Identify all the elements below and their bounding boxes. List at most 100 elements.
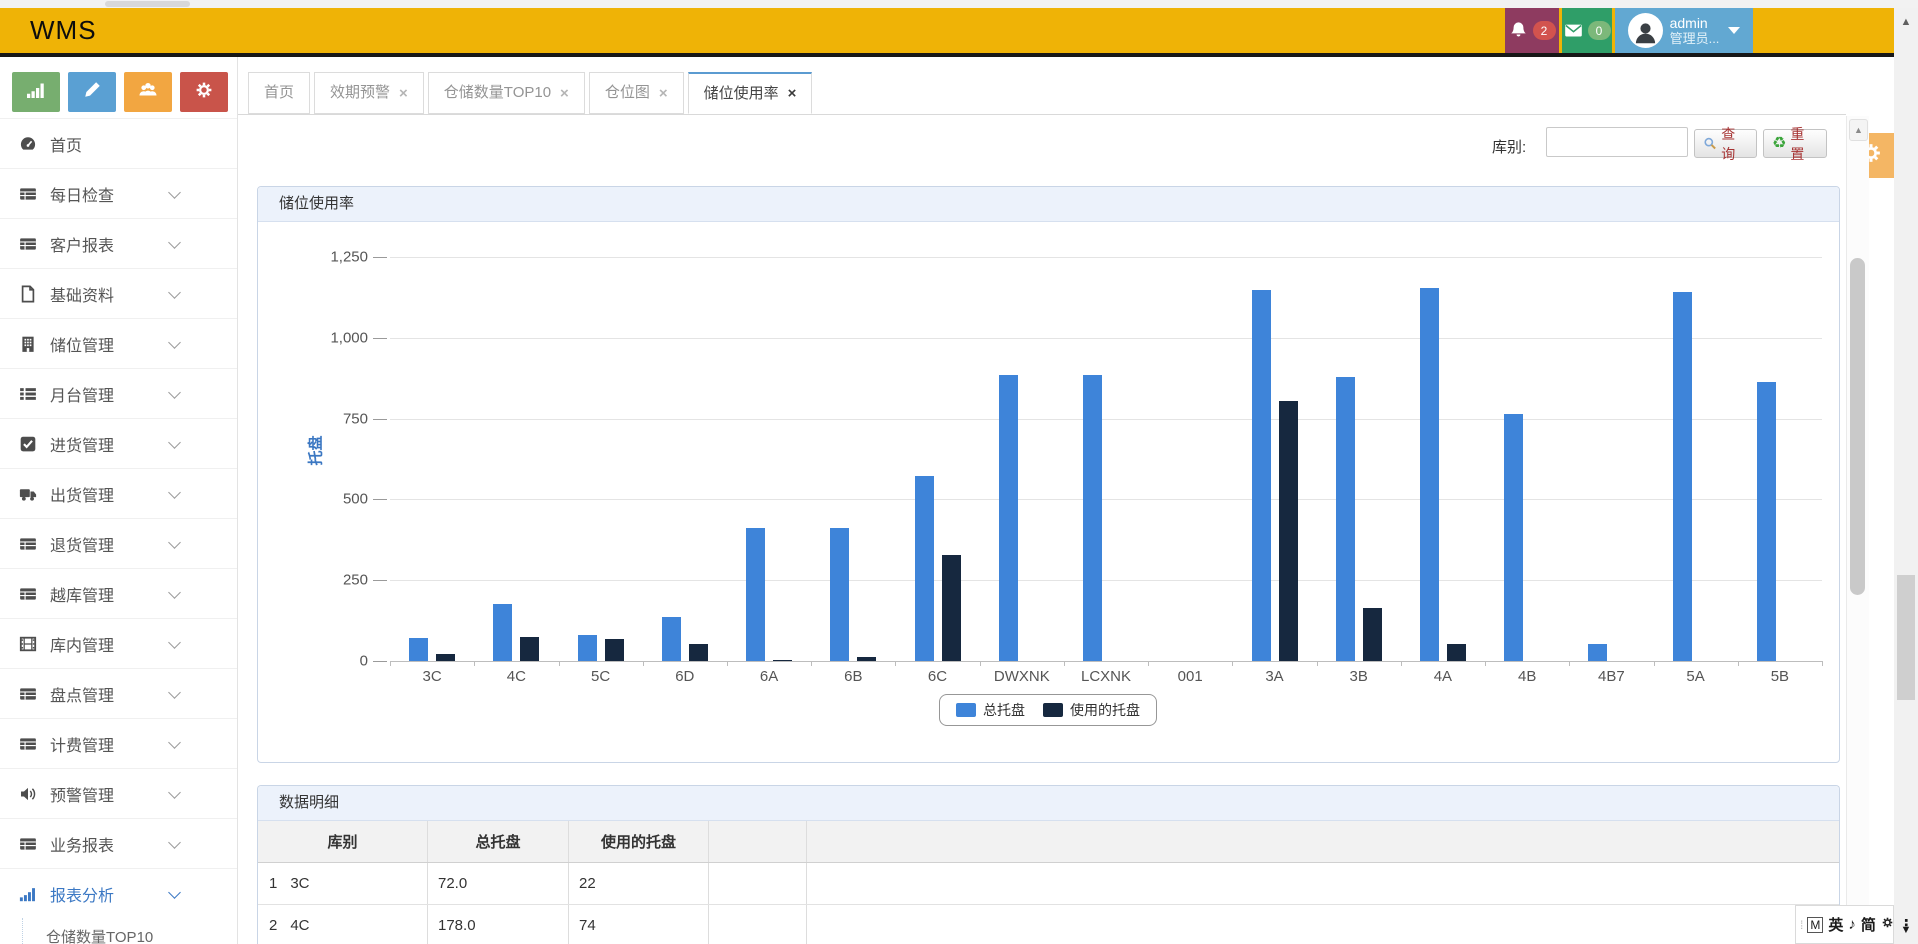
chevron-down-icon [168,486,181,499]
tab-仓位图[interactable]: 仓位图× [589,72,684,114]
x-category-label: 3B [1350,668,1368,685]
sidebar-item-出货管理[interactable]: 出货管理 [0,468,237,519]
chevron-down-icon [168,736,181,749]
data-table-panel: 数据明细 库别 总托盘 使用的托盘 13C 72.0 22 24C 178.0 … [257,785,1840,944]
col-header-kubie[interactable]: 库别 [258,821,428,862]
tab-仓储数量TOP10[interactable]: 仓储数量TOP10× [428,72,585,114]
col-header-used[interactable]: 使用的托盘 [569,821,709,862]
close-icon[interactable]: × [399,86,408,101]
x-tick [390,661,391,666]
cell-used: 74 [569,905,709,944]
bell-icon [1509,21,1528,40]
gear-icon[interactable] [1881,916,1894,934]
gridline [390,580,1822,581]
pencil-icon [82,80,102,105]
sidebar-item-库内管理[interactable]: 库内管理 [0,618,237,669]
sidebar-item-基础资料[interactable]: 基础资料 [0,268,237,319]
ime-drag-handle[interactable]: ⁞ [1800,918,1802,932]
x-tick [1569,661,1570,666]
ime-item[interactable]: M [1807,917,1823,933]
warehouse-filter-input[interactable] [1546,127,1688,157]
tab-效期预警[interactable]: 效期预警× [314,72,424,114]
message-count-badge: 0 [1588,21,1611,40]
sidebar-item-进货管理[interactable]: 进货管理 [0,418,237,469]
browser-tab-remnant [105,1,190,7]
tab-储位使用率[interactable]: 储位使用率× [688,72,813,114]
gridline [390,257,1822,258]
tab-首页[interactable]: 首页 [248,72,310,114]
bar-5C-使用的托盘 [605,639,624,661]
bar-4C-使用的托盘 [520,637,539,661]
x-category-label: 4A [1434,668,1452,685]
bar-4B-总托盘 [1504,414,1523,661]
tabs: 首页效期预警×仓储数量TOP10×仓位图×储位使用率× [248,72,812,114]
toolbar-settings-button[interactable] [180,72,228,112]
sidebar-item-越库管理[interactable]: 越库管理 [0,568,237,619]
y-tick-label: 750 [308,410,368,427]
sidebar-item-首页[interactable]: 首页 [0,118,237,169]
sidebar-item-客户报表[interactable]: 客户报表 [0,218,237,269]
legend-item[interactable]: 总托盘 [956,700,1025,720]
users-icon [138,80,158,105]
ime-item[interactable]: ♪ [1848,916,1856,933]
sidebar-submenu-item-top10[interactable]: 仓储数量TOP10 [0,918,237,944]
toolbar-analytics-button[interactable] [12,72,60,112]
scroll-up-arrow[interactable]: ▲ [1849,119,1868,141]
x-tick [474,661,475,666]
reset-button[interactable]: ♻ 重置 [1763,129,1827,158]
bar-3A-总托盘 [1252,290,1271,661]
content-scrollbar-thumb[interactable] [1850,258,1865,595]
browser-scrollbar[interactable]: ▲ ▼ [1894,8,1918,944]
x-tick [643,661,644,666]
cell-used: 22 [569,863,709,904]
gridline [390,419,1822,420]
table-row[interactable]: 13C 72.0 22 [258,863,1839,905]
sidebar-item-计费管理[interactable]: 计费管理 [0,718,237,769]
recycle-icon: ♻ [1772,136,1786,152]
x-tick [1232,661,1233,666]
sidebar-item-储位管理[interactable]: 储位管理 [0,318,237,369]
x-tick [811,661,812,666]
search-button[interactable]: 查询 [1694,129,1757,158]
x-category-label: 3A [1265,668,1283,685]
bar-6D-总托盘 [662,617,681,661]
ime-item[interactable]: 英 [1828,914,1843,935]
legend-swatch [1043,703,1063,717]
table-row[interactable]: 24C 178.0 74 [258,905,1839,944]
browser-scrollbar-thumb[interactable] [1897,575,1915,700]
truck-icon [17,485,39,503]
messages-button[interactable]: 0 [1562,8,1612,53]
legend-item[interactable]: 使用的托盘 [1043,700,1140,720]
avatar [1628,13,1663,48]
close-icon[interactable]: × [788,86,797,101]
content-scrollbar[interactable]: ▲ [1846,116,1869,944]
close-icon[interactable]: × [560,86,569,101]
chevron-down-icon [168,186,181,199]
x-tick [1401,661,1402,666]
x-tick [1064,661,1065,666]
grid-header-row: 库别 总托盘 使用的托盘 [258,821,1839,863]
notifications-button[interactable]: 2 [1505,8,1559,53]
chevron-down-icon [1728,27,1740,34]
toolbar-edit-button[interactable] [68,72,116,112]
ime-language-bar[interactable]: ⁞ M英♪简⋮ [1795,905,1894,944]
sidebar-item-盘点管理[interactable]: 盘点管理 [0,668,237,719]
sidebar-item-报表分析[interactable]: 报表分析 [0,868,237,919]
ime-more[interactable]: ⋮ [1899,916,1914,934]
sidebar-item-月台管理[interactable]: 月台管理 [0,368,237,419]
toolbar-users-button[interactable] [124,72,172,112]
film-icon [17,635,39,653]
user-menu[interactable]: admin 管理员... [1615,8,1753,53]
ime-item[interactable]: 简 [1861,914,1876,935]
close-icon[interactable]: × [659,86,668,101]
y-tick [373,661,387,662]
browser-scroll-up-arrow[interactable]: ▲ [1894,16,1918,28]
chart-icon [26,80,46,105]
sidebar-item-预警管理[interactable]: 预警管理 [0,768,237,819]
col-header-total[interactable]: 总托盘 [428,821,569,862]
username: admin [1670,16,1720,31]
sidebar-item-每日检查[interactable]: 每日检查 [0,168,237,219]
x-tick [1317,661,1318,666]
sidebar-item-业务报表[interactable]: 业务报表 [0,818,237,869]
sidebar-item-退货管理[interactable]: 退货管理 [0,518,237,569]
